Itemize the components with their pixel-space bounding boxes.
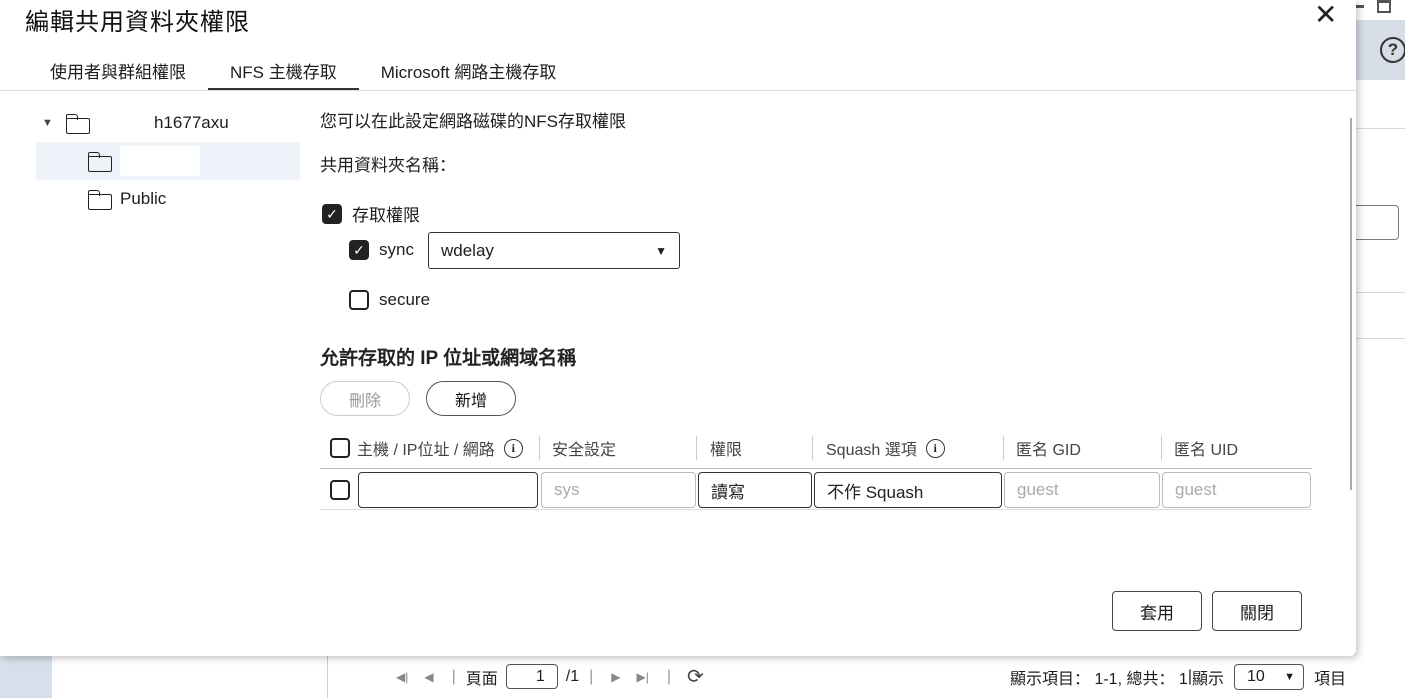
secure-row: secure bbox=[349, 290, 430, 310]
tree-item-public[interactable]: Public bbox=[36, 180, 300, 218]
pager-summary: 顯示項目： 1-1, 總共： 1 | 顯示 10 ▼ 項目 bbox=[1010, 655, 1346, 698]
tree-root[interactable]: ▼ h1677axu bbox=[36, 104, 300, 142]
page-label: 頁面 bbox=[465, 670, 498, 688]
sync-mode-value: wdelay bbox=[441, 240, 494, 260]
host-input[interactable] bbox=[358, 472, 538, 508]
per-page-select[interactable]: 10 ▼ bbox=[1233, 663, 1304, 690]
scrollbar[interactable] bbox=[1350, 118, 1352, 490]
col-anon-uid: 匿名 UID bbox=[1174, 442, 1239, 459]
next-page-icon[interactable]: ▶ bbox=[611, 670, 620, 684]
tree-item-label: Public bbox=[120, 189, 167, 208]
sync-row: ✓ sync bbox=[349, 240, 414, 260]
anon-gid-input[interactable]: guest bbox=[1004, 472, 1160, 508]
apply-button[interactable]: 套用 bbox=[1112, 591, 1202, 631]
column-separator bbox=[539, 436, 540, 460]
help-icon[interactable]: ? bbox=[1380, 37, 1405, 63]
tab-user-group-permissions[interactable]: 使用者與群組權限 bbox=[28, 56, 208, 91]
divider bbox=[1356, 292, 1405, 293]
tree-item-label bbox=[120, 146, 200, 176]
column-separator bbox=[1161, 436, 1162, 460]
tab-microsoft-network-access[interactable]: Microsoft 網路主機存取 bbox=[359, 56, 579, 91]
background-divider bbox=[327, 655, 328, 698]
col-host-label: 主機 / IP位址 / 網路 bbox=[357, 442, 495, 459]
show-label: 顯示 bbox=[1191, 670, 1224, 688]
maximize-icon[interactable] bbox=[1377, 0, 1391, 13]
separator: | bbox=[589, 667, 594, 685]
background-sidebar bbox=[0, 655, 52, 698]
sync-mode-select[interactable]: wdelay ▼ bbox=[428, 232, 680, 269]
close-icon[interactable]: ✕ bbox=[1314, 0, 1337, 31]
folder-icon bbox=[88, 189, 112, 210]
dialog-title: 編輯共用資料夾權限 bbox=[25, 9, 250, 36]
chevron-down-icon: ▼ bbox=[655, 243, 667, 258]
background-field[interactable] bbox=[1350, 205, 1399, 240]
divider bbox=[1356, 338, 1405, 339]
edit-share-permissions-dialog: 編輯共用資料夾權限 ✕ 使用者與群組權限 NFS 主機存取 Microsoft … bbox=[0, 0, 1356, 656]
divider bbox=[1356, 128, 1405, 129]
col-squash-label: Squash 選項 bbox=[826, 442, 917, 459]
access-permission-label: 存取權限 bbox=[352, 206, 420, 225]
col-host: 主機 / IP位址 / 網路 i bbox=[357, 432, 523, 464]
prev-page-icon[interactable]: ◀ bbox=[424, 670, 433, 684]
column-separator bbox=[1003, 436, 1004, 460]
pager: ◀​| ◀ | 頁面 1 /1 | ▶ ▶| | ⟳ bbox=[388, 655, 710, 698]
secure-label: secure bbox=[379, 290, 431, 309]
first-page-icon[interactable]: ◀​| bbox=[396, 670, 408, 684]
tree-item-selected[interactable] bbox=[36, 142, 300, 180]
select-all-cell bbox=[330, 432, 350, 464]
last-page-icon[interactable]: ▶| bbox=[637, 670, 649, 684]
allowed-hosts-title: 允許存取的 IP 位址或網域名稱 bbox=[320, 348, 577, 369]
separator: | bbox=[666, 667, 672, 685]
hosts-table-header: 主機 / IP位址 / 網路 i 安全設定 權限 Squash 選項 i 匿名 … bbox=[320, 432, 1312, 469]
select-all-checkbox[interactable] bbox=[330, 438, 350, 458]
nfs-description: 您可以在此設定網路磁碟的NFS存取權限 bbox=[320, 112, 626, 131]
chevron-down-icon: ▼ bbox=[1284, 670, 1295, 683]
permission-select[interactable]: 讀寫 bbox=[698, 472, 812, 508]
access-permission-row: ✓ 存取權限 bbox=[322, 201, 420, 226]
sync-checkbox[interactable]: ✓ bbox=[349, 240, 369, 260]
col-anon-gid: 匿名 GID bbox=[1016, 442, 1081, 459]
total-pages: /1 bbox=[565, 667, 580, 685]
background-right-panel bbox=[1356, 0, 1405, 655]
tabs-divider bbox=[0, 90, 1356, 91]
per-page-value: 10 bbox=[1246, 667, 1265, 685]
squash-select[interactable]: 不作 Squash bbox=[814, 472, 1002, 508]
tree-root-label: h1677axu bbox=[154, 113, 229, 132]
share-name-label: 共用資料夾名稱： bbox=[320, 156, 456, 175]
col-security: 安全設定 bbox=[552, 442, 617, 459]
access-permission-checkbox[interactable]: ✓ bbox=[322, 203, 342, 224]
display-items-text: 顯示項目： 1-1, 總共： 1 bbox=[1010, 670, 1188, 688]
security-input[interactable]: sys bbox=[541, 472, 696, 508]
add-button[interactable]: 新增 bbox=[426, 381, 516, 416]
tab-nfs-host-access[interactable]: NFS 主機存取 bbox=[208, 56, 359, 91]
col-squash: Squash 選項 i bbox=[826, 432, 945, 464]
refresh-icon[interactable]: ⟳ bbox=[687, 664, 704, 689]
caret-down-icon[interactable]: ▼ bbox=[42, 117, 56, 129]
items-label: 項目 bbox=[1313, 670, 1346, 688]
info-icon[interactable]: i bbox=[503, 438, 523, 458]
delete-button[interactable]: 刪除 bbox=[320, 381, 410, 416]
minimize-icon[interactable] bbox=[1356, 5, 1364, 8]
folder-open-icon bbox=[66, 113, 90, 134]
page-input[interactable]: 1 bbox=[505, 664, 558, 689]
row-checkbox[interactable] bbox=[330, 480, 350, 500]
col-permission: 權限 bbox=[710, 442, 743, 459]
column-separator bbox=[812, 436, 813, 460]
column-separator bbox=[696, 436, 697, 460]
sync-label: sync bbox=[379, 240, 414, 259]
close-button[interactable]: 關閉 bbox=[1212, 591, 1302, 631]
info-icon[interactable]: i bbox=[925, 438, 945, 458]
secure-checkbox[interactable] bbox=[349, 290, 369, 310]
separator: | bbox=[451, 667, 456, 685]
table-row: sys 讀寫 不作 Squash guest guest bbox=[320, 469, 1312, 510]
folder-tree: ▼ h1677axu Public bbox=[36, 104, 300, 218]
anon-uid-input[interactable]: guest bbox=[1162, 472, 1311, 508]
folder-icon bbox=[88, 151, 112, 172]
tab-bar: 使用者與群組權限 NFS 主機存取 Microsoft 網路主機存取 bbox=[28, 56, 578, 91]
